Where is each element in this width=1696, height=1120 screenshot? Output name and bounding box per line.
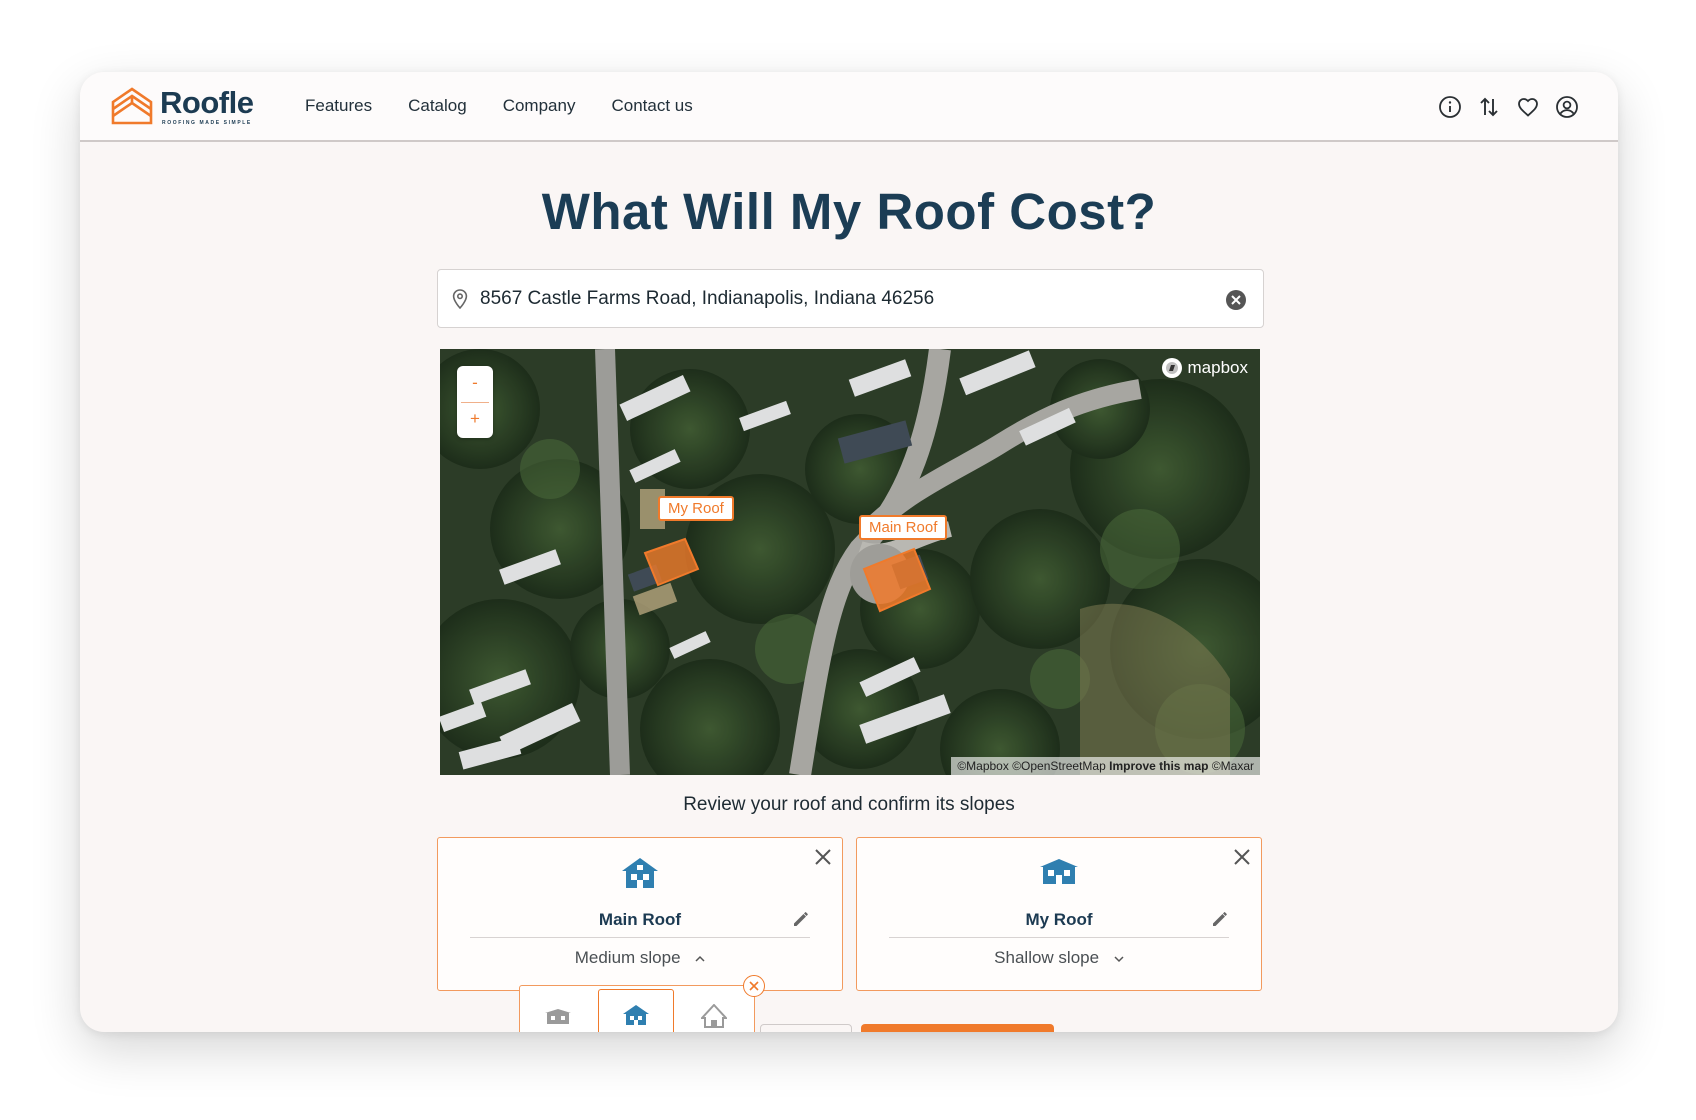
nav-link-contact[interactable]: Contact us: [611, 96, 692, 116]
slope-option-flat[interactable]: [520, 990, 596, 1032]
map-label-my-roof[interactable]: My Roof: [658, 496, 734, 521]
attribution-osm[interactable]: ©OpenStreetMap: [1012, 759, 1106, 773]
shallow-house-icon: [1040, 859, 1078, 884]
close-popup-button[interactable]: [743, 975, 765, 997]
attribution-improve[interactable]: Improve this map: [1109, 759, 1208, 773]
slope-picker-popup: [519, 985, 755, 1032]
attribution-mapbox[interactable]: ©Mapbox: [957, 759, 1009, 773]
attribution-maxar[interactable]: ©Maxar: [1212, 759, 1254, 773]
nav-link-features[interactable]: Features: [305, 96, 372, 116]
flat-house-icon: [545, 1009, 571, 1024]
primary-button-partial[interactable]: [861, 1024, 1054, 1032]
address-search: [437, 269, 1264, 328]
user-circle-icon[interactable]: [1554, 94, 1580, 120]
slope-dropdown[interactable]: Medium slope: [438, 948, 842, 968]
heart-icon[interactable]: [1515, 94, 1541, 120]
mapbox-logo-text: mapbox: [1187, 358, 1248, 377]
zoom-in-button[interactable]: +: [457, 402, 493, 438]
browser-window: Roofle ROOFING MADE SIMPLE Features Cata…: [80, 72, 1618, 1032]
map-zoom-control: - +: [457, 366, 493, 438]
roof-card-my: My Roof Shallow slope: [856, 837, 1262, 991]
chevron-up-icon: [695, 955, 705, 962]
mapbox-logo[interactable]: mapbox: [1161, 357, 1248, 379]
roof-logo-icon: [111, 87, 153, 125]
zoom-out-button[interactable]: -: [457, 366, 493, 402]
main-nav: Features Catalog Company Contact us: [305, 96, 729, 116]
address-input[interactable]: [480, 284, 1220, 314]
info-icon[interactable]: [1437, 94, 1463, 120]
slope-dropdown[interactable]: Shallow slope: [857, 948, 1261, 968]
close-icon: [749, 981, 759, 991]
location-pin-icon: [452, 289, 468, 309]
brand-tagline: ROOFING MADE SIMPLE: [162, 120, 252, 126]
page-title: What Will My Roof Cost?: [541, 183, 1157, 240]
mapbox-logo-icon: [1161, 358, 1182, 378]
roofle-logo[interactable]: Roofle ROOFING MADE SIMPLE: [110, 86, 270, 128]
top-navbar: Roofle ROOFING MADE SIMPLE Features Cata…: [80, 72, 1618, 142]
nav-link-catalog[interactable]: Catalog: [408, 96, 467, 116]
roof-card-main: Main Roof Medium slope: [437, 837, 843, 991]
nav-link-company[interactable]: Company: [503, 96, 576, 116]
slope-value: Medium slope: [574, 948, 681, 967]
roof-name: Main Roof: [470, 906, 810, 938]
secondary-button-partial[interactable]: [760, 1024, 852, 1032]
steep-house-icon: [701, 1004, 727, 1028]
clear-circle-icon[interactable]: [1225, 289, 1247, 311]
pencil-icon[interactable]: [792, 910, 810, 928]
satellite-map[interactable]: - + mapbox My Roof Main Roof ©Mapbox ©Op…: [440, 349, 1260, 775]
satellite-imagery: [440, 349, 1260, 775]
map-label-main-roof[interactable]: Main Roof: [859, 515, 948, 540]
brand-name: Roofle: [160, 85, 254, 120]
medium-house-icon: [623, 1005, 649, 1025]
slope-value: Shallow slope: [994, 948, 1100, 967]
medium-house-icon: [622, 858, 658, 888]
slope-option-steep[interactable]: [676, 990, 752, 1032]
slope-option-medium[interactable]: [598, 989, 674, 1032]
pencil-icon[interactable]: [1211, 910, 1229, 928]
chevron-down-icon: [1114, 955, 1124, 962]
roof-name: My Roof: [889, 906, 1229, 938]
sort-arrows-icon[interactable]: [1476, 94, 1502, 120]
nav-icon-group: [1424, 94, 1580, 120]
map-attribution: ©Mapbox ©OpenStreetMap Improve this map …: [951, 757, 1260, 775]
review-instructions: Review your roof and confirm its slopes: [683, 794, 1015, 815]
